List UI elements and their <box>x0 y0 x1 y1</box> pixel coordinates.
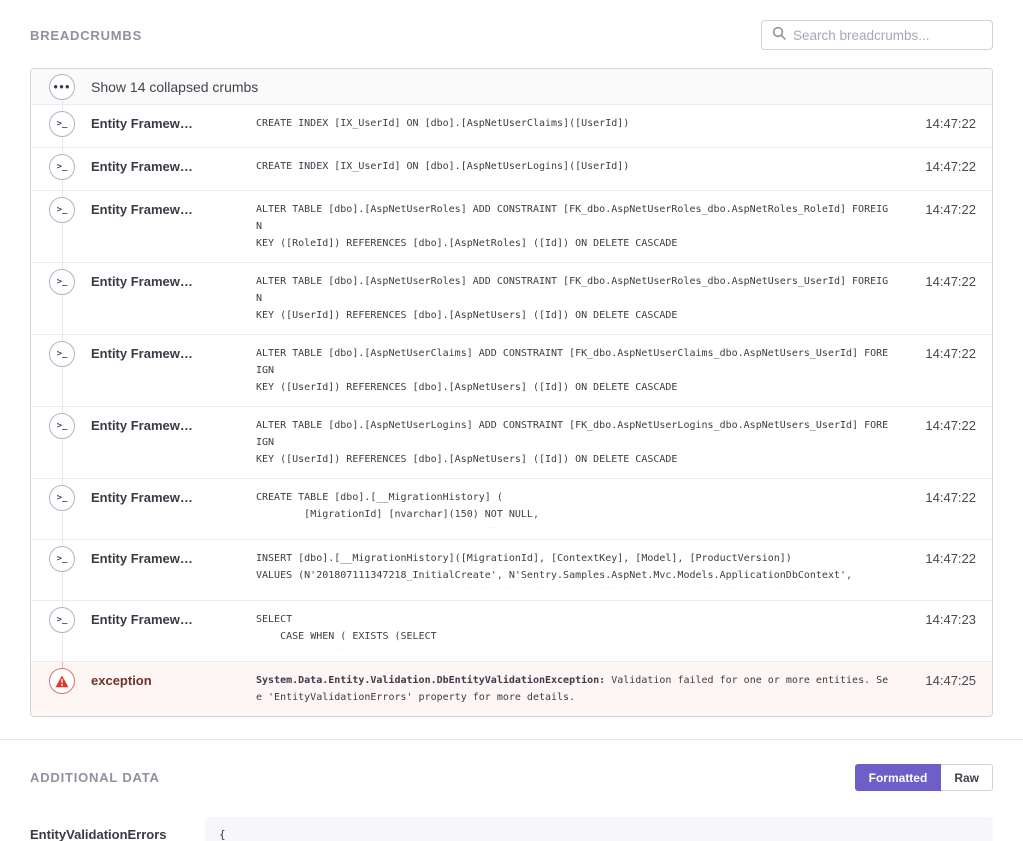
ellipsis-icon: ●●● <box>49 74 75 100</box>
code-line: [ContextKey] [nvarchar](300) NOT NULL, <box>256 523 892 529</box>
code-line: CREATE INDEX [IX_UserId] ON [dbo].[AspNe… <box>256 158 892 175</box>
view-toggle: Formatted Raw <box>855 764 993 791</box>
breadcrumb-row: >_ Entity Framew… ALTER TABLE [dbo].[Asp… <box>31 263 992 335</box>
crumb-category: Entity Framew… <box>91 159 256 174</box>
code-line: INSERT [dbo].[__MigrationHistory]([Migra… <box>256 550 892 567</box>
breadcrumbs-panel: ●●● Show 14 collapsed crumbs >_ Entity F… <box>30 68 993 717</box>
crumb-message: ALTER TABLE [dbo].[AspNetUserClaims] ADD… <box>256 345 906 396</box>
breadcrumb-row: >_ Entity Framew… ALTER TABLE [dbo].[Asp… <box>31 191 992 263</box>
code-line: SELECT <box>256 611 892 628</box>
show-collapsed-crumbs-button[interactable]: ●●● Show 14 collapsed crumbs <box>31 69 992 105</box>
crumb-category: exception <box>91 673 256 688</box>
breadcrumb-row: >_ Entity Framew… ALTER TABLE [dbo].[Asp… <box>31 335 992 407</box>
breadcrumbs-title: BREADCRUMBS <box>30 28 142 43</box>
search-input[interactable] <box>793 28 982 43</box>
breadcrumb-list: >_ Entity Framew… CREATE INDEX [IX_UserI… <box>31 105 992 716</box>
crumb-message: ALTER TABLE [dbo].[AspNetUserRoles] ADD … <box>256 201 906 252</box>
terminal-icon: >_ <box>49 413 75 439</box>
crumb-message: CREATE INDEX [IX_UserId] ON [dbo].[AspNe… <box>256 115 906 132</box>
code-line: ALTER TABLE [dbo].[AspNetUserRoles] ADD … <box>256 201 892 235</box>
breadcrumb-row: >_ Entity Framew… CREATE INDEX [IX_UserI… <box>31 105 992 148</box>
code-line: System.Data.Entity.Validation.DbEntityVa… <box>256 672 892 706</box>
raw-button[interactable]: Raw <box>941 764 993 791</box>
crumb-message: ALTER TABLE [dbo].[AspNetUserRoles] ADD … <box>256 273 906 324</box>
code-line: KEY ([UserId]) REFERENCES [dbo].[AspNetU… <box>256 451 892 468</box>
code-line: ALTER TABLE [dbo].[AspNetUserRoles] ADD … <box>256 273 892 307</box>
search-icon <box>772 26 786 45</box>
crumb-timestamp: 14:47:23 <box>906 612 992 627</box>
crumb-timestamp: 14:47:22 <box>906 116 992 131</box>
crumb-category: Entity Framew… <box>91 274 256 289</box>
terminal-icon: >_ <box>49 269 75 295</box>
crumb-timestamp: 14:47:25 <box>906 673 992 688</box>
crumb-category: Entity Framew… <box>91 346 256 361</box>
crumb-timestamp: 14:47:22 <box>906 551 992 566</box>
search-box[interactable] <box>761 20 993 50</box>
additional-data-entries: EntityValidationErrors { UserName: [ The… <box>30 817 993 841</box>
crumb-message: System.Data.Entity.Validation.DbEntityVa… <box>256 672 906 706</box>
formatted-button[interactable]: Formatted <box>855 764 942 791</box>
breadcrumb-row: >_ Entity Framew… ALTER TABLE [dbo].[Asp… <box>31 407 992 479</box>
crumb-category: Entity Framew… <box>91 418 256 433</box>
crumb-timestamp: 14:47:22 <box>906 202 992 217</box>
crumb-message: CREATE INDEX [IX_UserId] ON [dbo].[AspNe… <box>256 158 906 175</box>
data-value-code-block: { UserName: [ The UserName field is requ… <box>205 817 993 841</box>
additional-data-header: ADDITIONAL DATA Formatted Raw <box>30 764 993 791</box>
code-line: [MigrationId] [nvarchar](150) NOT NULL, <box>256 506 892 523</box>
crumb-timestamp: 14:47:22 <box>906 159 992 174</box>
warning-icon <box>49 668 75 694</box>
code-line: CREATE TABLE [dbo].[__MigrationHistory] … <box>256 489 892 506</box>
crumb-message: ALTER TABLE [dbo].[AspNetUserLogins] ADD… <box>256 417 906 468</box>
terminal-icon: >_ <box>49 154 75 180</box>
crumb-timestamp: 14:47:22 <box>906 274 992 289</box>
crumb-timestamp: 14:47:22 <box>906 418 992 433</box>
code-line: VALUES (N'201807111347218_InitialCreate'… <box>256 567 892 584</box>
terminal-icon: >_ <box>49 197 75 223</box>
crumb-message: INSERT [dbo].[__MigrationHistory]([Migra… <box>256 550 906 590</box>
code-line: KEY ([UserId]) REFERENCES [dbo].[AspNetU… <box>256 379 892 396</box>
code-line: CASE WHEN ( EXISTS (SELECT <box>256 628 892 645</box>
breadcrumb-row: >_ Entity Framew… INSERT [dbo].[__Migrat… <box>31 540 992 601</box>
collapsed-crumbs-label: Show 14 collapsed crumbs <box>91 79 258 95</box>
terminal-icon: >_ <box>49 485 75 511</box>
code-line: CREATE INDEX [IX_UserId] ON [dbo].[AspNe… <box>256 115 892 132</box>
additional-data-title: ADDITIONAL DATA <box>30 770 160 785</box>
code-line: 1 AS C1 <box>256 645 892 651</box>
terminal-icon: >_ <box>49 607 75 633</box>
code-line: KEY ([UserId]) REFERENCES [dbo].[AspNetU… <box>256 307 892 324</box>
breadcrumbs-header: BREADCRUMBS <box>30 20 993 50</box>
terminal-icon: >_ <box>49 111 75 137</box>
crumb-category: Entity Framew… <box>91 612 256 627</box>
section-divider <box>0 739 1023 740</box>
crumb-timestamp: 14:47:22 <box>906 490 992 505</box>
breadcrumb-row: exception System.Data.Entity.Validation.… <box>31 662 992 716</box>
breadcrumb-row: >_ Entity Framew… SELECT CASE WHEN ( EXI… <box>31 601 992 662</box>
crumb-timestamp: 14:47:22 <box>906 346 992 361</box>
terminal-icon: >_ <box>49 546 75 572</box>
code-line: 0x1F8B0800000000000400C5BDCB721C498E25FA… <box>256 584 892 590</box>
key-value-row: EntityValidationErrors { UserName: [ The… <box>30 817 993 841</box>
page: BREADCRUMBS ●●● Show 14 collapsed crumbs… <box>0 0 1023 841</box>
terminal-icon: >_ <box>49 341 75 367</box>
crumb-category: Entity Framew… <box>91 551 256 566</box>
crumb-message: CREATE TABLE [dbo].[__MigrationHistory] … <box>256 489 906 529</box>
code-line: { <box>219 827 979 841</box>
crumb-category: Entity Framew… <box>91 490 256 505</box>
crumb-category: Entity Framew… <box>91 202 256 217</box>
crumb-message: SELECT CASE WHEN ( EXISTS (SELECT 1 AS C… <box>256 611 906 651</box>
data-key-label: EntityValidationErrors <box>30 817 205 841</box>
code-line: ALTER TABLE [dbo].[AspNetUserLogins] ADD… <box>256 417 892 451</box>
code-line: ALTER TABLE [dbo].[AspNetUserClaims] ADD… <box>256 345 892 379</box>
code-line: KEY ([RoleId]) REFERENCES [dbo].[AspNetR… <box>256 235 892 252</box>
breadcrumb-row: >_ Entity Framew… CREATE INDEX [IX_UserI… <box>31 148 992 191</box>
breadcrumb-row: >_ Entity Framew… CREATE TABLE [dbo].[__… <box>31 479 992 540</box>
crumb-category: Entity Framew… <box>91 116 256 131</box>
